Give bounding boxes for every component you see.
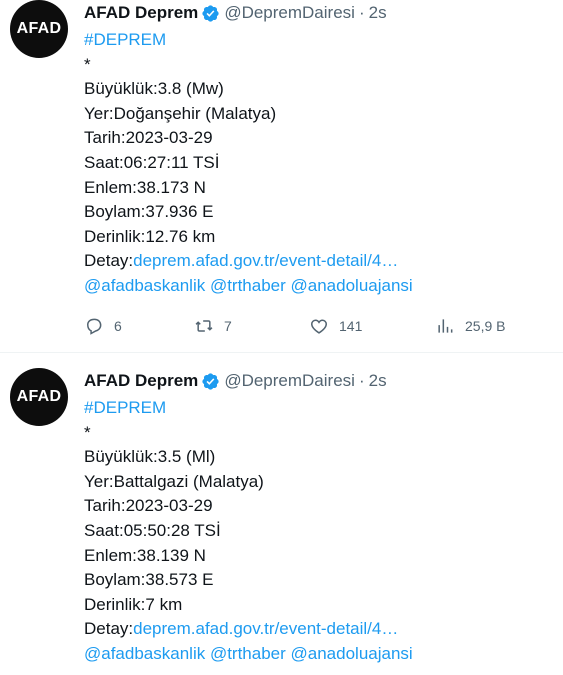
reply-icon: [86, 318, 102, 335]
mentions-links[interactable]: @afadbaskanlik @trthaber @anadoluajansi: [84, 274, 554, 299]
detail-label: Detay:: [84, 619, 134, 639]
detail-link[interactable]: deprem.afad.gov.tr/event-detail/4…: [133, 619, 398, 638]
text-line-longitude: Boylam:38.573 E: [84, 570, 214, 590]
text-line-depth: Derinlik:12.76 km: [84, 226, 216, 246]
views-button[interactable]: 25,9 B: [435, 315, 505, 337]
text-line-magnitude: Büyüklük:3.5 (Ml): [84, 447, 216, 467]
tweet-time[interactable]: 2s: [369, 371, 387, 391]
reply-count: 6: [114, 318, 122, 334]
view-count: 25,9 B: [465, 318, 506, 334]
tweet-header: AFAD Deprem @DepremDairesi · 2s: [84, 1, 387, 25]
avatar-logo-text: AFAD: [16, 388, 62, 405]
author-name[interactable]: AFAD Deprem: [84, 3, 198, 23]
tweet-text: #DEPREM * Büyüklük:3.5 (Ml) Yer:Battalga…: [84, 396, 554, 667]
text-line-time: Saat:05:50:28 TSİ: [84, 520, 221, 540]
views-chart-icon: [438, 319, 453, 333]
reply-button[interactable]: 6: [84, 315, 122, 337]
mentions-links[interactable]: @afadbaskanlik @trthaber @anadoluajansi: [84, 642, 554, 667]
header-separator: ·: [358, 371, 365, 390]
header-separator: ·: [358, 3, 365, 22]
avatar[interactable]: AFAD: [10, 0, 68, 58]
verified-badge-icon: [202, 372, 219, 390]
text-line-detail: Detay:deprem.afad.gov.tr/event-detail/4…: [84, 249, 554, 274]
text-line-depth: Derinlik:7 km: [84, 594, 183, 614]
retweet-icon: [195, 320, 213, 332]
retweet-count: 7: [224, 318, 232, 334]
text-line-latitude: Enlem:38.173 N: [84, 177, 206, 197]
text-line-date: Tarih:2023-03-29: [84, 496, 213, 516]
text-line-star: *: [84, 54, 91, 74]
tweet[interactable]: AFAD AFAD Deprem @DepremDairesi · 2s #DE…: [0, 0, 563, 353]
like-count: 141: [339, 318, 363, 334]
text-line-date: Tarih:2023-03-29: [84, 128, 213, 148]
detail-label: Detay:: [84, 251, 134, 271]
text-line-location: Yer:Doğanşehir (Malatya): [84, 103, 277, 123]
hashtag-link[interactable]: #DEPREM: [84, 28, 554, 53]
retweet-button[interactable]: 7: [194, 315, 232, 337]
author-handle[interactable]: @DepremDairesi: [224, 371, 355, 391]
author-name[interactable]: AFAD Deprem: [84, 371, 198, 391]
text-line-time: Saat:06:27:11 TSİ: [84, 152, 220, 172]
text-line-detail: Detay:deprem.afad.gov.tr/event-detail/4…: [84, 617, 554, 642]
avatar[interactable]: AFAD: [10, 368, 68, 426]
verified-badge-icon: [202, 4, 219, 22]
avatar-logo-text: AFAD: [16, 20, 62, 37]
tweet[interactable]: AFAD AFAD Deprem @DepremDairesi · 2s #DE…: [0, 354, 563, 675]
like-button[interactable]: 141: [309, 315, 362, 337]
text-line-magnitude: Büyüklük:3.8 (Mw): [84, 79, 224, 99]
author-handle[interactable]: @DepremDairesi: [224, 3, 355, 23]
tweet-header: AFAD Deprem @DepremDairesi · 2s: [84, 369, 387, 393]
tweet-time[interactable]: 2s: [369, 3, 387, 23]
tweet-text: #DEPREM * Büyüklük:3.8 (Mw) Yer:Doğanşeh…: [84, 28, 554, 299]
text-line-star: *: [84, 422, 91, 442]
tweet-actions: 6 7 141 25,9 B: [84, 315, 524, 337]
hashtag-link[interactable]: #DEPREM: [84, 396, 554, 421]
heart-icon: [310, 319, 328, 334]
detail-link[interactable]: deprem.afad.gov.tr/event-detail/4…: [133, 251, 398, 270]
text-line-longitude: Boylam:37.936 E: [84, 202, 214, 222]
text-line-latitude: Enlem:38.139 N: [84, 545, 206, 565]
text-line-location: Yer:Battalgazi (Malatya): [84, 471, 264, 491]
